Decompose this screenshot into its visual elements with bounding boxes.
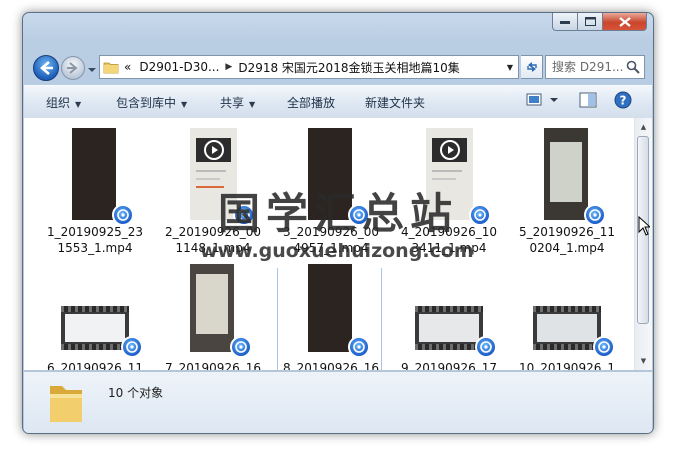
file-name: 8_20190926_16 — [283, 361, 379, 370]
file-item[interactable]: 1_20190925_23 1553_1.mp4 — [39, 126, 151, 256]
file-name: 1_20190925_23 1553_1.mp4 — [47, 225, 143, 255]
preview-pane-button[interactable] — [579, 92, 597, 111]
help-button[interactable]: ? — [614, 91, 632, 112]
file-item[interactable]: 10_20190926_1 — [511, 264, 623, 370]
navigation-bar: « D2901-D30... ▶ D2918 宋国元2018金锁玉关相地篇10集… — [29, 53, 647, 81]
forward-button[interactable] — [61, 56, 85, 80]
share-menu[interactable]: 共享 ▼ — [220, 94, 255, 111]
video-thumbnail — [308, 264, 352, 352]
search-input[interactable]: 搜索 D291... — [545, 55, 645, 79]
file-name: 6_20190926_11 — [47, 361, 143, 370]
search-icon — [626, 60, 640, 74]
media-player-icon — [475, 336, 497, 358]
organize-label: 组织 — [46, 96, 71, 110]
chevron-down-icon — [88, 68, 96, 72]
chevron-down-icon: ▼ — [181, 100, 188, 109]
video-thumbnail — [61, 306, 129, 350]
play-icon — [204, 140, 224, 160]
file-item[interactable]: 8_20190926_16 — [275, 264, 387, 370]
file-name: 5_20190926_11 0204_1.mp4 — [519, 225, 615, 255]
refresh-button[interactable] — [521, 55, 543, 79]
file-name: 9_20190926_17 — [401, 361, 497, 370]
back-arrow-icon — [40, 61, 53, 75]
file-name: 7_20190926_16 — [165, 361, 261, 370]
folder-icon — [50, 386, 82, 422]
media-player-icon — [230, 336, 252, 358]
play-all-button[interactable]: 全部播放 — [287, 94, 335, 111]
folder-icon — [102, 60, 120, 74]
file-item[interactable]: 9_20190926_17 — [393, 264, 505, 370]
svg-text:?: ? — [620, 94, 627, 108]
play-icon — [440, 140, 460, 160]
command-bar: 组织 ▼ 包含到库中 ▼ 共享 ▼ 全部播放 新建文件夹 ? — [24, 85, 652, 119]
watermark-url: www.guoxuehuizong.com — [200, 240, 474, 262]
include-in-library-menu[interactable]: 包含到库中 ▼ — [116, 94, 187, 111]
chevron-down-icon: ▼ — [249, 100, 256, 109]
media-player-icon — [584, 204, 606, 226]
close-icon — [618, 16, 631, 27]
media-player-icon — [593, 336, 615, 358]
details-pane: 10 个对象 — [24, 371, 652, 433]
view-options-button[interactable] — [526, 92, 560, 111]
item-count: 10 个对象 — [108, 386, 164, 400]
refresh-icon — [526, 62, 537, 72]
chevron-down-icon: ▼ — [75, 100, 82, 109]
vertical-scrollbar[interactable]: ▲ ▼ — [634, 118, 652, 370]
media-player-icon — [121, 336, 143, 358]
file-item[interactable]: 7_20190926_16 — [157, 264, 269, 370]
video-thumbnail — [190, 264, 234, 352]
breadcrumb-current[interactable]: D2918 宋国元2018金锁玉关相地篇10集 — [234, 59, 463, 76]
mouse-cursor-icon — [638, 216, 650, 236]
caption-buttons — [552, 13, 647, 33]
minimize-button[interactable] — [552, 13, 578, 31]
video-thumbnail — [415, 306, 483, 350]
new-folder-button[interactable]: 新建文件夹 — [365, 94, 425, 111]
breadcrumb-parent[interactable]: D2901-D30... — [135, 60, 223, 74]
address-bar[interactable]: « D2901-D30... ▶ D2918 宋国元2018金锁玉关相地篇10集… — [99, 55, 519, 79]
search-placeholder: 搜索 D291... — [552, 60, 624, 74]
view-icon — [526, 93, 558, 106]
forward-arrow-icon — [67, 62, 78, 74]
video-thumbnail — [72, 128, 116, 220]
breadcrumb-separator-icon[interactable]: ▶ — [223, 62, 234, 72]
address-dropdown-icon[interactable]: ▼ — [502, 56, 518, 78]
watermark-text: 国学汇总站 — [218, 189, 459, 238]
minimize-icon — [560, 20, 570, 24]
scroll-up-icon[interactable]: ▲ — [636, 119, 651, 135]
share-label: 共享 — [220, 96, 245, 110]
include-in-library-label: 包含到库中 — [116, 96, 177, 110]
preview-pane-icon — [579, 92, 597, 108]
file-item[interactable]: 6_20190926_11 — [39, 264, 151, 370]
video-thumbnail — [533, 306, 601, 350]
back-button[interactable] — [33, 55, 59, 81]
scroll-down-icon[interactable]: ▼ — [636, 353, 651, 369]
video-thumbnail — [544, 128, 588, 220]
recent-pages-button[interactable] — [87, 61, 97, 75]
maximize-icon — [584, 17, 596, 26]
close-button[interactable] — [603, 13, 647, 31]
media-player-icon — [469, 204, 491, 226]
maximize-button[interactable] — [578, 13, 603, 31]
help-icon: ? — [614, 91, 632, 109]
address-overflow[interactable]: « — [120, 60, 135, 74]
file-item[interactable]: 5_20190926_11 0204_1.mp4 — [511, 126, 623, 256]
media-player-icon — [112, 204, 134, 226]
media-player-icon — [348, 336, 370, 358]
file-name: 10_20190926_1 — [519, 361, 615, 370]
organize-menu[interactable]: 组织 ▼ — [46, 94, 81, 111]
